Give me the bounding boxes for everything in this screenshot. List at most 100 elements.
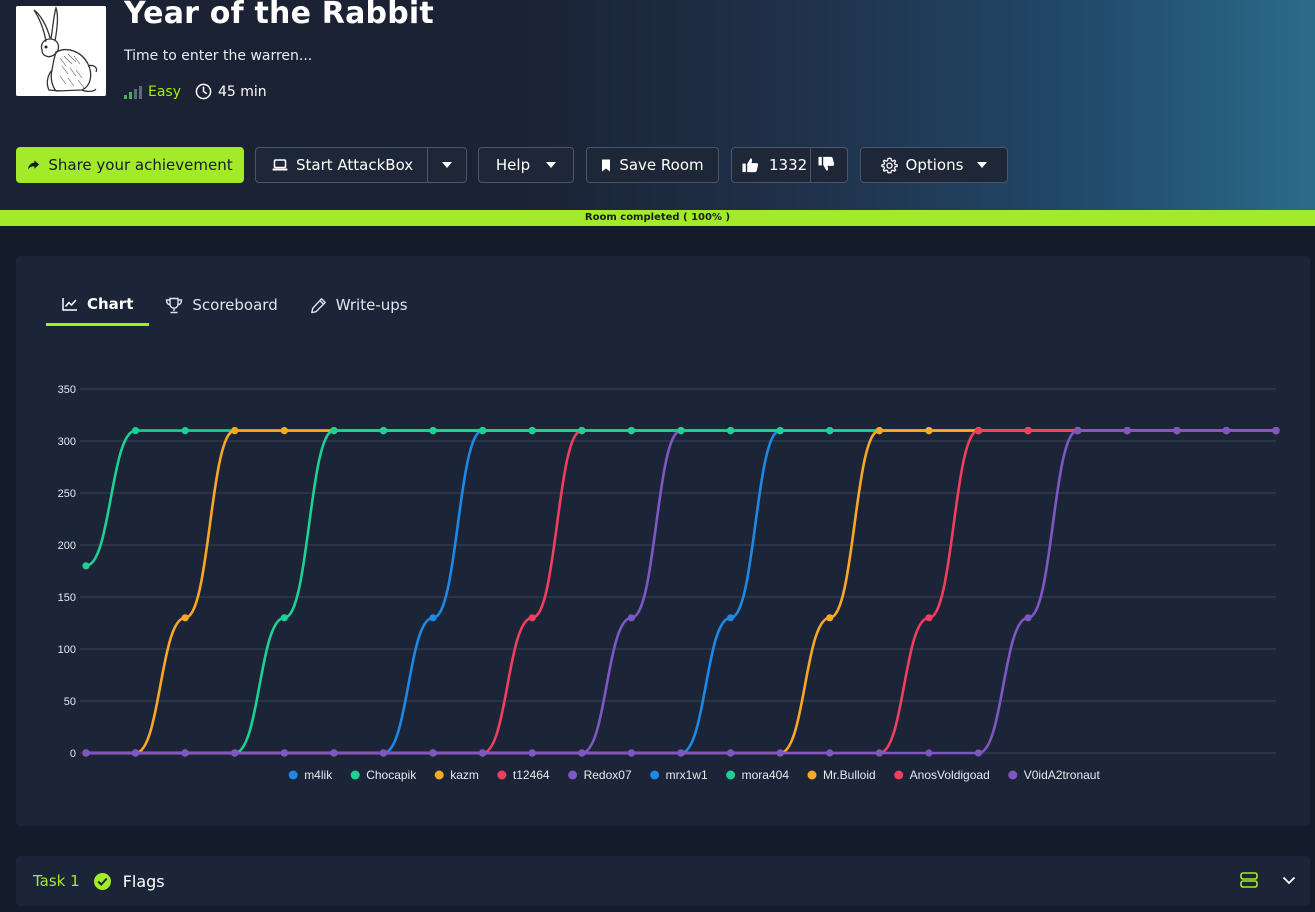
data-point[interactable] — [1123, 427, 1131, 435]
legend-item[interactable]: AnosVoldigoad — [910, 768, 990, 782]
thumbs-down-icon — [818, 156, 835, 171]
options-button[interactable]: Options — [860, 147, 1008, 183]
data-point[interactable] — [1222, 427, 1231, 435]
data-point[interactable] — [925, 614, 933, 622]
help-button[interactable]: Help — [478, 147, 574, 183]
data-point[interactable] — [379, 427, 388, 435]
series-line-anosvoldigoad[interactable] — [85, 429, 1276, 755]
data-point[interactable] — [131, 749, 140, 757]
data-point[interactable] — [528, 614, 536, 622]
server-icon[interactable] — [1240, 872, 1258, 888]
data-point[interactable] — [280, 427, 288, 435]
legend-item[interactable]: Redox07 — [584, 768, 632, 782]
legend-item[interactable]: kazm — [450, 768, 479, 782]
data-point[interactable] — [330, 749, 338, 757]
data-point[interactable] — [429, 427, 437, 435]
data-point[interactable] — [776, 749, 784, 757]
series-line-t12464[interactable] — [85, 429, 1276, 755]
data-point[interactable] — [231, 427, 239, 435]
series-line-chocapik[interactable] — [85, 429, 1276, 568]
legend-item[interactable]: Chocapik — [366, 768, 417, 782]
data-point[interactable] — [875, 427, 883, 435]
data-point[interactable] — [82, 562, 90, 570]
data-point[interactable] — [726, 749, 735, 757]
data-point[interactable] — [1024, 614, 1032, 622]
tab-write-ups[interactable]: Write-ups — [294, 284, 424, 326]
legend-marker — [726, 770, 736, 780]
tab-chart[interactable]: Chart — [46, 284, 150, 326]
duration-label: 45 min — [218, 83, 267, 100]
tab-scoreboard[interactable]: Scoreboard — [149, 284, 293, 326]
legend-item[interactable]: m4lik — [304, 768, 333, 782]
y-tick-label: 50 — [64, 696, 76, 708]
data-point[interactable] — [677, 427, 685, 435]
data-point[interactable] — [280, 614, 288, 622]
data-point[interactable] — [181, 749, 189, 757]
data-point[interactable] — [479, 427, 487, 435]
data-point[interactable] — [627, 427, 636, 435]
legend-item[interactable]: Mr.Bulloid — [823, 768, 876, 782]
data-point[interactable] — [925, 749, 933, 757]
data-point[interactable] — [181, 427, 189, 435]
data-point[interactable] — [1024, 427, 1032, 435]
data-point[interactable] — [677, 749, 685, 757]
bookmark-icon — [602, 159, 611, 171]
data-point[interactable] — [578, 749, 586, 757]
series-line-mrx1w1[interactable] — [85, 429, 1276, 755]
data-point[interactable] — [280, 749, 288, 757]
data-point[interactable] — [627, 614, 636, 622]
legend-item[interactable]: V0idA2tronaut — [1024, 768, 1101, 782]
data-point[interactable] — [1173, 427, 1181, 435]
series-line-mora404[interactable] — [85, 429, 1276, 755]
difficulty-badge: Easy — [124, 84, 181, 100]
save-room-button[interactable]: Save Room — [586, 147, 719, 183]
downvote-button[interactable] — [818, 156, 835, 176]
data-point[interactable] — [826, 427, 834, 435]
series-line-m4lik[interactable] — [85, 429, 1276, 755]
data-point[interactable] — [826, 749, 834, 757]
series-line-mr-bulloid[interactable] — [85, 429, 1276, 755]
data-point[interactable] — [528, 427, 536, 435]
start-attackbox-button[interactable]: Start AttackBox — [255, 147, 467, 183]
chevron-down-icon — [546, 162, 557, 168]
legend-marker — [650, 770, 660, 780]
data-point[interactable] — [974, 749, 983, 757]
data-point[interactable] — [627, 749, 636, 757]
data-point[interactable] — [379, 749, 388, 757]
series-line-redox07[interactable] — [85, 429, 1276, 755]
legend-item[interactable]: t12464 — [513, 768, 550, 782]
data-point[interactable] — [974, 427, 983, 435]
data-point[interactable] — [231, 749, 239, 757]
task-title: Flags — [122, 871, 165, 891]
data-point[interactable] — [1272, 427, 1280, 435]
progress-label: Room completed ( 100% ) — [584, 212, 731, 223]
upvote-button[interactable]: 1332 — [742, 156, 807, 174]
series-line-kazm[interactable] — [85, 429, 1276, 755]
legend-marker — [894, 770, 904, 780]
data-point[interactable] — [726, 614, 735, 622]
data-point[interactable] — [181, 614, 189, 622]
data-point[interactable] — [826, 614, 834, 622]
chart-panel: Chart Scoreboard Write-ups 0 50 100 150 200 2… — [16, 256, 1310, 826]
data-point[interactable] — [726, 427, 735, 435]
data-point[interactable] — [330, 427, 338, 435]
data-point[interactable] — [578, 427, 586, 435]
data-point[interactable] — [131, 427, 140, 435]
legend-item[interactable]: mrx1w1 — [666, 768, 708, 782]
series-line-v0ida2tronaut[interactable] — [85, 429, 1276, 755]
data-point[interactable] — [528, 749, 536, 757]
data-point[interactable] — [429, 749, 437, 757]
data-point[interactable] — [82, 749, 90, 757]
data-point[interactable] — [429, 614, 437, 622]
data-point[interactable] — [875, 749, 883, 757]
attackbox-dropdown-toggle[interactable] — [428, 148, 466, 182]
data-point[interactable] — [925, 427, 933, 435]
data-point[interactable] — [776, 427, 784, 435]
y-tick-label: 200 — [58, 540, 76, 552]
data-point[interactable] — [1074, 427, 1082, 435]
chevron-down-icon[interactable] — [1282, 876, 1296, 885]
share-achievement-button[interactable]: Share your achievement — [16, 147, 244, 183]
legend-item[interactable]: mora404 — [742, 768, 790, 782]
task-row[interactable]: Task 1 Flags — [16, 856, 1310, 906]
data-point[interactable] — [479, 749, 487, 757]
